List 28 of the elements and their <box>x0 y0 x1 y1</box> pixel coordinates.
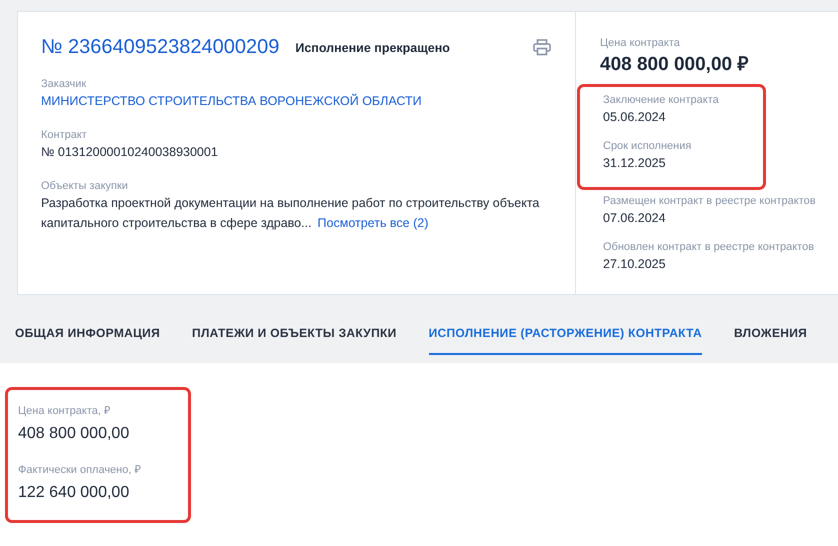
contract-status: Исполнение прекращено <box>295 40 451 54</box>
tab[interactable]: ВЛОЖЕНИЯ <box>734 322 808 353</box>
tab[interactable]: ИСПОЛНЕНИЕ (РАСТОРЖЕНИЕ) КОНТРАКТА <box>428 322 702 355</box>
date-value: 07.06.2024 <box>603 210 667 227</box>
date-label: Обновлен контракт в реестре контрактов <box>603 240 816 254</box>
tab[interactable]: ПЛАТЕЖИ И ОБЪЕКТЫ ЗАКУПКИ <box>192 322 397 353</box>
amount-value: 122 640 000,00 <box>18 484 130 502</box>
field-label: Заказчик <box>41 77 88 91</box>
customer-link[interactable]: МИНИСТЕРСТВО СТРОИТЕЛЬСТВА ВОРОНЕЖСКОЙ ОБЛАСТИ <box>41 91 575 111</box>
date-value: 31.12.2025 <box>603 155 667 172</box>
date-label: Заключение контракта <box>603 93 720 107</box>
field-label: Контракт <box>41 128 88 142</box>
contract-number[interactable]: № 2366409523824000209 <box>41 36 280 59</box>
field-value: Разработка проектной документации на выполнение работ по строительству объекта капитального строительства в сфере здраво... Посмотреть все (2) <box>41 195 540 232</box>
date-value: 05.06.2024 <box>603 109 667 126</box>
date-value: 27.10.2025 <box>603 256 667 273</box>
field-label: Объекты закупки <box>41 179 129 193</box>
price-value: 408 800 000,00 ₽ <box>600 53 750 76</box>
print-icon[interactable] <box>533 39 551 56</box>
field-value: № 01312000010240038930001 <box>41 144 219 161</box>
price-label: Цена контракта <box>600 36 681 50</box>
date-label: Размещен контракт в реестре контрактов <box>603 194 817 208</box>
amount-label: Цена контракта, ₽ <box>18 404 111 418</box>
amount-value: 408 800 000,00 <box>18 425 130 443</box>
tab[interactable]: ОБЩАЯ ИНФОРМАЦИЯ <box>15 322 160 353</box>
date-label: Срок исполнения <box>603 139 692 153</box>
view-all-link[interactable]: Посмотреть все (2) <box>318 216 428 230</box>
amount-label: Фактически оплачено, ₽ <box>18 463 142 477</box>
